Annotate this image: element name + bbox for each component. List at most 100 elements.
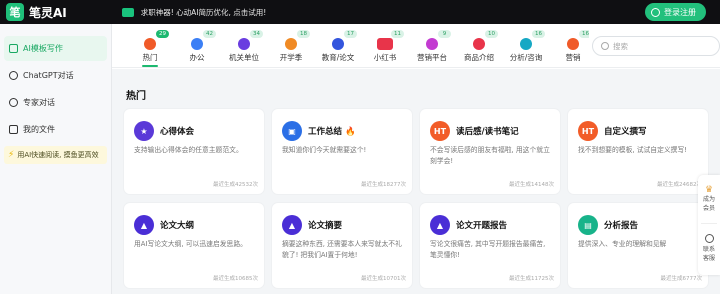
- template-card[interactable]: ▲ 论文开题报告 写论文很痛苦, 其中写开题报告最痛苦, 笔灵懂你! 最近生成1…: [420, 203, 560, 288]
- floating-panel: ♛ 成为会员 联系客服: [698, 175, 720, 275]
- category-count: 18: [297, 30, 310, 38]
- card-description: 我知道你们今天就需要这个!: [282, 146, 367, 154]
- fire-icon: 🔥: [344, 127, 356, 137]
- sidebar-item-ai-template[interactable]: AI模板写作: [4, 36, 107, 61]
- search-input[interactable]: 搜索: [592, 36, 720, 56]
- tab-product-intro[interactable]: 10 商品介绍: [455, 30, 503, 66]
- marketing-icon: [426, 38, 438, 50]
- chat-icon: [9, 71, 18, 80]
- become-member-button[interactable]: ♛ 成为会员: [698, 175, 720, 223]
- government-icon: [238, 38, 250, 50]
- sidebar-promo-text: 用AI快速阅读, 摸鱼更高效: [17, 151, 99, 159]
- sidebar-item-expert[interactable]: 专家对话: [4, 90, 107, 115]
- template-card[interactable]: HT 读后感/读书笔记 不会写读后感的朋友有福啦, 用这个就立刻学会! 最近生成…: [420, 109, 560, 194]
- category-count: 16: [579, 30, 589, 38]
- tab-hot[interactable]: 29 热门: [126, 30, 174, 67]
- card-description: 写论文很痛苦, 其中写开题报告最痛苦, 笔灵懂你!: [430, 240, 546, 259]
- headset-icon: [704, 233, 714, 243]
- promo-banner[interactable]: 求职神器! 心动AI简历优化, 点击试用!: [121, 7, 267, 18]
- sidebar-item-label: ChatGPT对话: [23, 71, 74, 80]
- tab-office[interactable]: 42 办公: [173, 30, 221, 66]
- card-title: 论文开题报告: [456, 221, 508, 231]
- category-label: 营销: [565, 53, 581, 62]
- category-count: 17: [344, 30, 357, 38]
- template-card[interactable]: ▲ 论文摘要 摘要这种东西, 还需要本人来写就太不礼貌了! 把我们AI置于何地!…: [272, 203, 412, 288]
- promo-text: 求职神器! 心动AI简历优化, 点击试用!: [140, 7, 267, 17]
- sidebar-item-label: 我的文件: [23, 125, 55, 134]
- search-icon: [601, 42, 609, 50]
- megaphone-icon: [121, 7, 134, 17]
- card-title: 论文大纲: [160, 221, 195, 231]
- active-indicator: [142, 65, 158, 67]
- tab-government[interactable]: 34 机关单位: [220, 30, 268, 66]
- card-title-text: 工作总结: [308, 127, 343, 137]
- user-icon: [651, 7, 660, 17]
- card-description: 不会写读后感的朋友有福啦, 用这个就立刻学会!: [430, 146, 550, 165]
- category-count: 34: [250, 30, 263, 38]
- template-card[interactable]: ▲ 论文大纲 用AI写论文大纲, 可以迅速启发思路。 最近生成10685次: [124, 203, 264, 288]
- graduation-cap-icon: ▲: [430, 215, 450, 235]
- ht-icon: HT: [578, 121, 598, 141]
- card-description: 提供深入、专业的理解和见解: [578, 240, 667, 248]
- backpack-icon: [285, 38, 297, 50]
- card-title: 工作总结 🔥: [308, 125, 356, 137]
- card-title: 读后感/读书笔记: [456, 127, 519, 137]
- content-area: 热门 ★ 心得体会 支持输出心得体会的任意主题范文。 最近生成42532次 ▣ …: [112, 69, 720, 294]
- category-count: 42: [203, 30, 216, 38]
- card-usage: 最近生成24682次: [657, 182, 702, 188]
- tab-education[interactable]: 17 教育/论文: [314, 30, 362, 66]
- template-card[interactable]: HT 自定义撰写 找不到想要的模板, 试试自定义撰写! 最近生成24682次: [568, 109, 708, 194]
- crown-icon: ♛: [704, 184, 714, 195]
- category-count: 11: [391, 30, 404, 38]
- category-label: 开学季: [279, 53, 303, 62]
- logo[interactable]: 笔 笔灵AI: [6, 3, 67, 21]
- file-icon: [9, 125, 18, 134]
- lightning-icon: ⚡: [8, 150, 15, 160]
- template-card[interactable]: ▤ 分析报告 提供深入、专业的理解和见解 最近生成6777次: [568, 203, 708, 288]
- card-description: 找不到想要的模板, 试试自定义撰写!: [578, 146, 687, 154]
- sidebar-item-chatgpt[interactable]: ChatGPT对话: [4, 63, 107, 88]
- tab-xiaohongshu[interactable]: 11 小红书: [361, 30, 409, 66]
- card-usage: 最近生成42532次: [213, 182, 258, 188]
- tab-marketing-platform[interactable]: 9 营销平台: [408, 30, 456, 66]
- sidebar-item-label: 专家对话: [23, 98, 55, 107]
- sidebar: AI模板写作 ChatGPT对话 专家对话 我的文件 ⚡ 用AI快速阅读, 摸鱼…: [0, 24, 112, 294]
- hot-icon: [144, 38, 156, 50]
- category-label: 营销平台: [417, 53, 447, 62]
- top-bar: 笔 笔灵AI 求职神器! 心动AI简历优化, 点击试用! 登录注册: [0, 0, 720, 24]
- main-area: 29 热门 42 办公 34 机关单位 18 开学季 17 教育/论文 11 小…: [112, 24, 720, 294]
- category-count: 9: [438, 30, 451, 38]
- section-title: 热门: [126, 91, 146, 102]
- ht-icon: HT: [430, 121, 450, 141]
- card-title: 心得体会: [160, 127, 195, 137]
- card-title: 分析报告: [604, 221, 639, 231]
- category-label: 机关单位: [229, 53, 259, 62]
- sidebar-promo[interactable]: ⚡ 用AI快速阅读, 摸鱼更高效: [4, 146, 107, 164]
- login-button[interactable]: 登录注册: [645, 3, 706, 21]
- template-card[interactable]: ★ 心得体会 支持输出心得体会的任意主题范文。 最近生成42532次: [124, 109, 264, 194]
- category-label: 热门: [142, 53, 158, 62]
- briefcase-icon: ▣: [282, 121, 302, 141]
- category-label: 教育/论文: [321, 53, 355, 62]
- tab-analysis[interactable]: 16 分析/咨询: [502, 30, 550, 66]
- card-description: 摘要这种东西, 还需要本人来写就太不礼貌了! 把我们AI置于何地!: [282, 240, 402, 259]
- login-label: 登录注册: [664, 7, 696, 17]
- card-description: 支持输出心得体会的任意主题范文。: [134, 146, 243, 154]
- member-label: 成为会员: [703, 195, 716, 212]
- service-label: 联系客服: [703, 245, 716, 262]
- tab-marketing[interactable]: 16 营销: [549, 30, 589, 66]
- report-icon: ▤: [578, 215, 598, 235]
- analysis-icon: [520, 38, 532, 50]
- card-usage: 最近生成10701次: [361, 276, 406, 282]
- card-usage: 最近生成14148次: [509, 182, 554, 188]
- logo-icon: 笔: [6, 3, 24, 21]
- graduation-cap-icon: ▲: [282, 215, 302, 235]
- sidebar-item-files[interactable]: 我的文件: [4, 117, 107, 142]
- template-card[interactable]: ▣ 工作总结 🔥 我知道你们今天就需要这个! 最近生成18277次: [272, 109, 412, 194]
- contact-service-button[interactable]: 联系客服: [698, 224, 720, 272]
- card-usage: 最近生成6777次: [660, 276, 703, 282]
- expert-icon: [9, 98, 18, 107]
- card-usage: 最近生成11725次: [509, 276, 554, 282]
- tab-school-season[interactable]: 18 开学季: [267, 30, 315, 66]
- category-label: 分析/咨询: [509, 53, 543, 62]
